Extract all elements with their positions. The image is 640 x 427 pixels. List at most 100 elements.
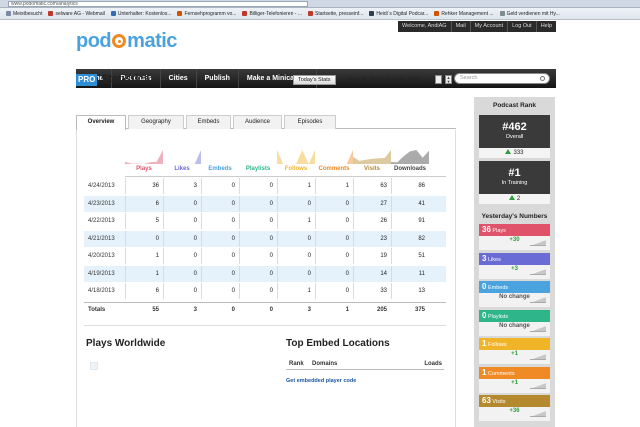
cell-visits: 33 xyxy=(380,288,387,294)
cell-plays: 1 xyxy=(155,270,159,277)
total-embeds: 0 xyxy=(231,307,235,313)
cell-comments: 0 xyxy=(345,288,349,294)
column-header-plays[interactable]: Plays xyxy=(125,166,163,172)
mini-chart-icon xyxy=(530,268,546,275)
bookmark-icon xyxy=(110,11,116,16)
yesterday-visits[interactable]: 63 Visits +36 xyxy=(479,395,550,421)
sparkline-embeds xyxy=(201,146,239,164)
yesterday-likes[interactable]: 3 Likes +3 xyxy=(479,252,550,279)
rank-label: Overall xyxy=(505,134,524,140)
bookmark-item[interactable]: Unterhalter: Kostenlos... xyxy=(110,11,171,17)
table-row: 4/23/2013 6 0 0 0 0 0 27 41 xyxy=(84,195,446,212)
bookmark-icon xyxy=(177,11,183,16)
totals-label: Totals xyxy=(88,307,106,313)
cell-playlists: 0 xyxy=(269,253,273,259)
mini-chart-icon xyxy=(530,240,546,246)
rank-change: 333 xyxy=(479,148,550,158)
usernav-link[interactable]: Mail xyxy=(452,21,471,32)
sparkline-playlists xyxy=(239,146,277,164)
yesterday-plays[interactable]: 36 Plays +30 xyxy=(479,224,550,250)
cell-plays: 1 xyxy=(155,253,159,259)
bookmark-item[interactable]: Fernsehprogramm vo... xyxy=(177,11,236,17)
yesterday-label: Embeds xyxy=(486,285,509,291)
yesterday-comments[interactable]: 1 Comments +1 xyxy=(479,366,550,393)
column-header-visits[interactable]: Visits xyxy=(353,166,391,172)
yesterday-playlists[interactable]: 0 Playlists No change xyxy=(479,309,550,336)
tab-audience[interactable]: Audience xyxy=(233,115,282,129)
sparkline-row xyxy=(125,146,445,164)
top-embed-title: Top Embed Locations xyxy=(286,338,390,349)
up-arrow-icon xyxy=(508,195,515,200)
pro-badge: PRO xyxy=(76,74,98,86)
bookmark-label: Startseite, presseinf... xyxy=(314,10,364,17)
world-map[interactable] xyxy=(90,362,98,370)
date-arrows-icon[interactable]: ▲ ▼ xyxy=(445,75,452,84)
bookmark-item[interactable]: selware AG - Webmail xyxy=(48,11,105,17)
column-header-embeds[interactable]: Embeds xyxy=(201,166,239,172)
bookmark-item[interactable]: Billiger-Telefonieren - ... xyxy=(242,11,302,17)
cell-plays: 5 xyxy=(155,218,159,224)
mini-chart-icon xyxy=(530,354,546,360)
yesterday-follows[interactable]: 1 Follows +1 xyxy=(479,338,550,364)
stats-tabs: Overview Geography Embeds Audience Episodes xyxy=(76,115,456,130)
table-row: 4/22/2013 5 0 0 0 1 0 26 91 xyxy=(84,213,446,229)
column-header-playlists[interactable]: Playlists xyxy=(239,166,277,172)
tab-geography[interactable]: Geography xyxy=(128,115,184,129)
welcome-text: Welcome, AndiAG xyxy=(398,21,452,32)
mini-chart-icon xyxy=(530,325,546,332)
row-date: 4/22/2013 xyxy=(88,218,115,224)
column-header-follows[interactable]: Follows xyxy=(277,166,315,172)
search-icon xyxy=(540,76,545,81)
rank-in-training[interactable]: #1 In Training 2 xyxy=(479,161,550,204)
cell-plays: 6 xyxy=(155,200,159,207)
cell-playlists: 0 xyxy=(269,235,273,242)
cell-comments: 0 xyxy=(345,253,349,259)
row-date: 4/24/2013 xyxy=(88,183,115,189)
rank-overall[interactable]: #462 Overall 333 xyxy=(479,115,550,158)
bookmark-item[interactable]: Rehker Management ... xyxy=(434,11,494,17)
header-divider xyxy=(125,176,446,177)
tab-overview[interactable]: Overview xyxy=(76,115,126,130)
yesterday-bar: 0 Playlists xyxy=(479,309,550,322)
cell-visits: 27 xyxy=(380,200,387,207)
embed-code-link[interactable]: Get embedded player code xyxy=(286,378,356,384)
tab-episodes[interactable]: Episodes xyxy=(284,115,336,129)
usernav-link[interactable]: My Account xyxy=(471,21,509,32)
usernav-link[interactable]: Log Out xyxy=(508,21,537,32)
table-row: 4/21/2013 0 0 0 0 0 0 23 82 xyxy=(84,230,446,247)
yesterday-embeds[interactable]: 0 Embeds No change xyxy=(479,281,550,307)
bookmark-item[interactable]: Startseite, presseinf... xyxy=(307,10,364,17)
bookmark-icon xyxy=(369,11,375,16)
total-playlists: 0 xyxy=(269,307,273,313)
cell-likes: 0 xyxy=(193,270,197,277)
bookmark-icon xyxy=(499,11,505,16)
nav-item-cities[interactable]: Cities xyxy=(161,69,197,88)
nav-item-publish[interactable]: Publish xyxy=(197,69,239,88)
search-input[interactable]: Search xyxy=(454,73,550,84)
mini-chart-icon xyxy=(530,297,546,303)
cell-follows: 0 xyxy=(307,253,311,259)
column-header-comments[interactable]: Comments xyxy=(315,166,353,172)
cell-playlists: 0 xyxy=(269,183,273,189)
row-date: 4/23/2013 xyxy=(88,200,115,207)
sparkline-area xyxy=(391,150,429,164)
bookmark-label: Fernsehprogramm vo... xyxy=(184,10,237,17)
domains-header: Domains xyxy=(312,361,338,367)
podomatic-logo[interactable]: pod matic xyxy=(76,30,177,53)
usernav-link[interactable]: Help xyxy=(537,21,556,32)
cell-downloads: 41 xyxy=(418,200,425,207)
tab-embeds[interactable]: Embeds xyxy=(186,115,231,129)
column-header-likes[interactable]: Likes xyxy=(163,166,201,172)
sparkline-area xyxy=(163,150,201,164)
cell-visits: 63 xyxy=(380,183,387,189)
bookmark-item[interactable]: Geld verdienen mit Hy... xyxy=(499,11,560,17)
address-bar[interactable]: www.podomatic.com/analytics xyxy=(8,1,308,7)
bookmark-item[interactable]: Meistbesucht xyxy=(6,11,42,17)
total-follows: 3 xyxy=(307,307,311,313)
cell-comments: 0 xyxy=(345,200,349,207)
todays-stats-button[interactable]: Today's Stats xyxy=(293,75,336,85)
bookmark-item[interactable]: Heidi´s Digital Podcar... xyxy=(369,11,428,17)
column-header-downloads[interactable]: Downloads xyxy=(391,166,429,172)
calendar-icon[interactable] xyxy=(435,75,442,84)
total-downloads: 375 xyxy=(414,307,425,313)
